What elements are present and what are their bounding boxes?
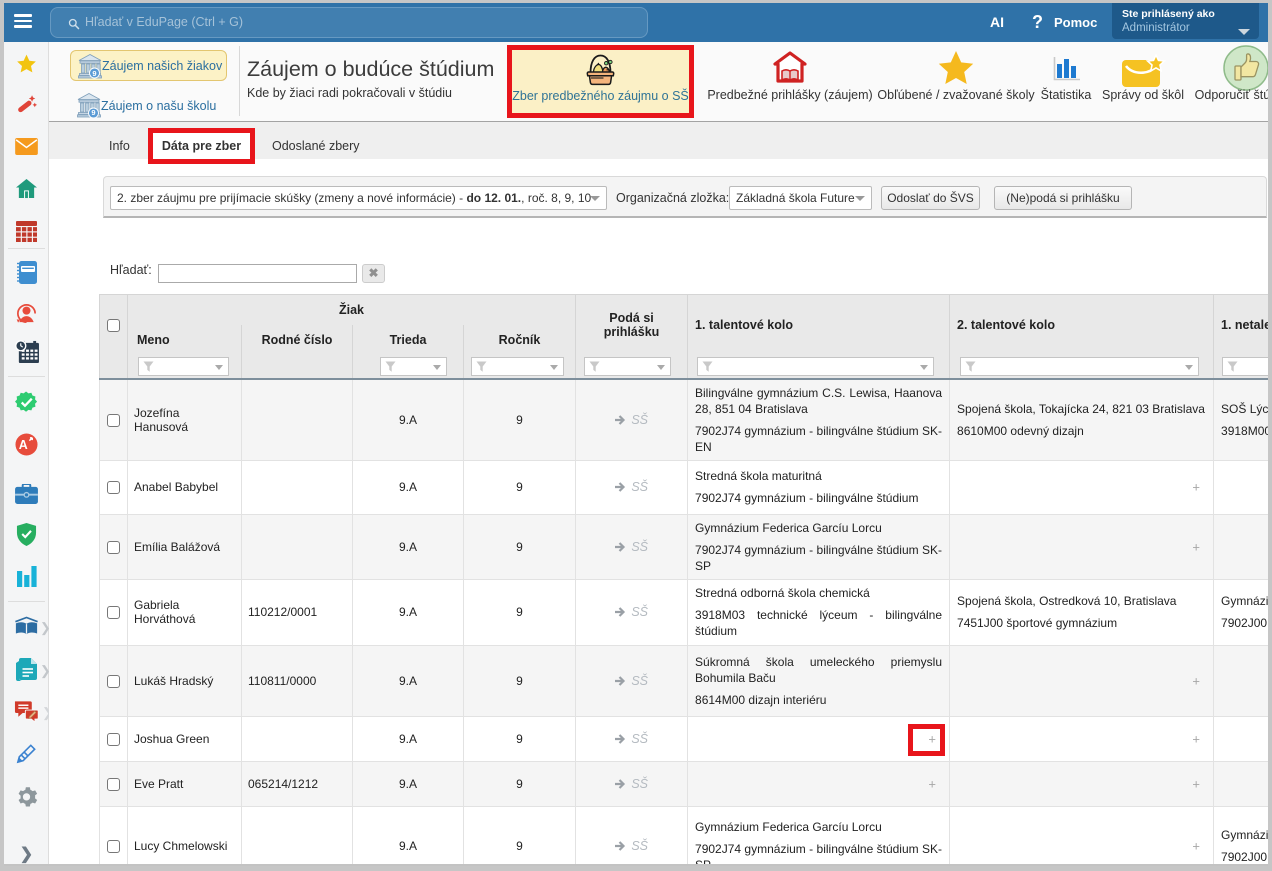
svg-text:9: 9	[92, 69, 96, 78]
svg-text:A: A	[19, 438, 28, 452]
svg-text:9: 9	[91, 108, 95, 117]
